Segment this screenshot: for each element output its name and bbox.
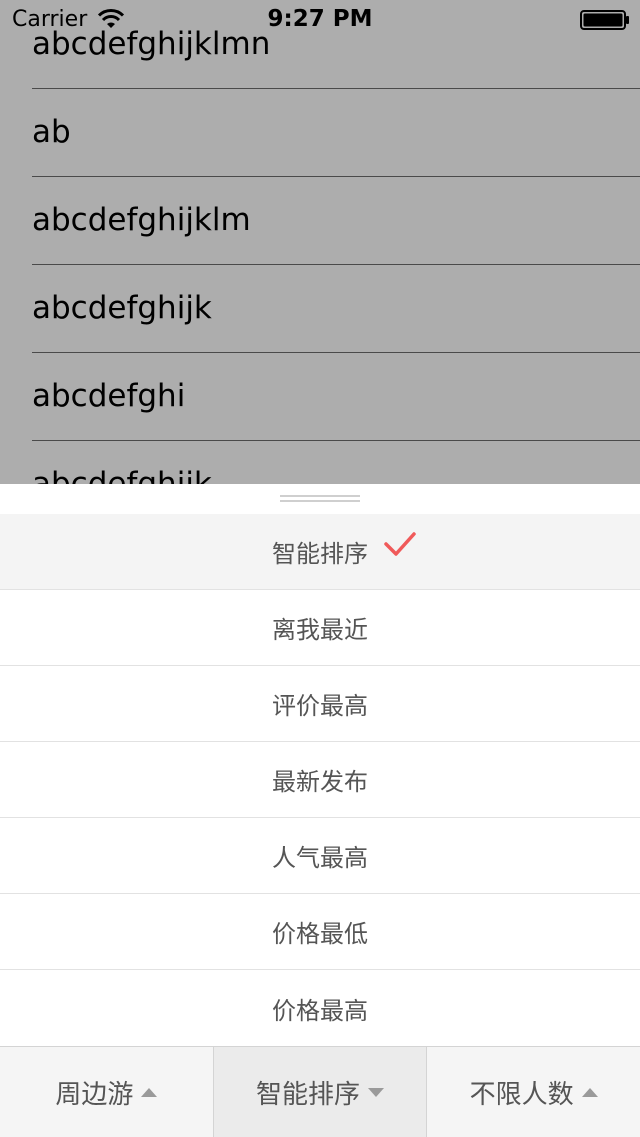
sort-panel: 智能排序 离我最近 评价最高 最新发布 人气最高 价格最低 价格最高 (0, 484, 640, 1046)
drag-handle[interactable] (0, 484, 640, 515)
tab-label: 智能排序 (256, 1079, 361, 1110)
sort-option-newest[interactable]: 最新发布 (0, 742, 640, 818)
sort-option-top-rated[interactable]: 评价最高 (0, 666, 640, 742)
arrow-down-icon (368, 1087, 385, 1097)
tab-any-people[interactable]: 不限人数 (426, 1047, 640, 1137)
status-time: 9:27 PM (267, 6, 373, 32)
arrow-up-icon (141, 1087, 158, 1097)
dim-overlay[interactable] (0, 0, 640, 484)
filter-tab-bar: 周边游 智能排序 不限人数 (0, 1046, 640, 1137)
sort-option-label: 智能排序 (272, 540, 368, 568)
arrow-up-icon (581, 1087, 598, 1097)
tab-nearby-trips[interactable]: 周边游 (0, 1047, 213, 1137)
status-bar: Carrier 9:27 PM (0, 0, 640, 40)
sort-option-price-low[interactable]: 价格最低 (0, 894, 640, 970)
sort-option-popular[interactable]: 人气最高 (0, 818, 640, 894)
sort-option-label: 价格最高 (272, 996, 368, 1025)
sort-option-nearest[interactable]: 离我最近 (0, 590, 640, 666)
handle-line (280, 495, 360, 497)
sort-option-label: 评价最高 (272, 692, 368, 720)
sort-option-price-high[interactable]: 价格最高 (0, 970, 640, 1046)
battery-icon (580, 10, 629, 30)
tab-smart-sort[interactable]: 智能排序 (212, 1047, 427, 1137)
tab-label: 不限人数 (469, 1079, 574, 1110)
handle-line (280, 500, 360, 502)
sort-option-smart[interactable]: 智能排序 (0, 514, 640, 590)
sort-option-label: 价格最低 (272, 920, 368, 948)
tab-label: 周边游 (55, 1079, 134, 1110)
sort-option-label: 人气最高 (272, 844, 368, 872)
checkmark-icon (384, 532, 416, 556)
sort-option-label: 最新发布 (272, 768, 368, 796)
sort-option-label: 离我最近 (272, 616, 368, 644)
